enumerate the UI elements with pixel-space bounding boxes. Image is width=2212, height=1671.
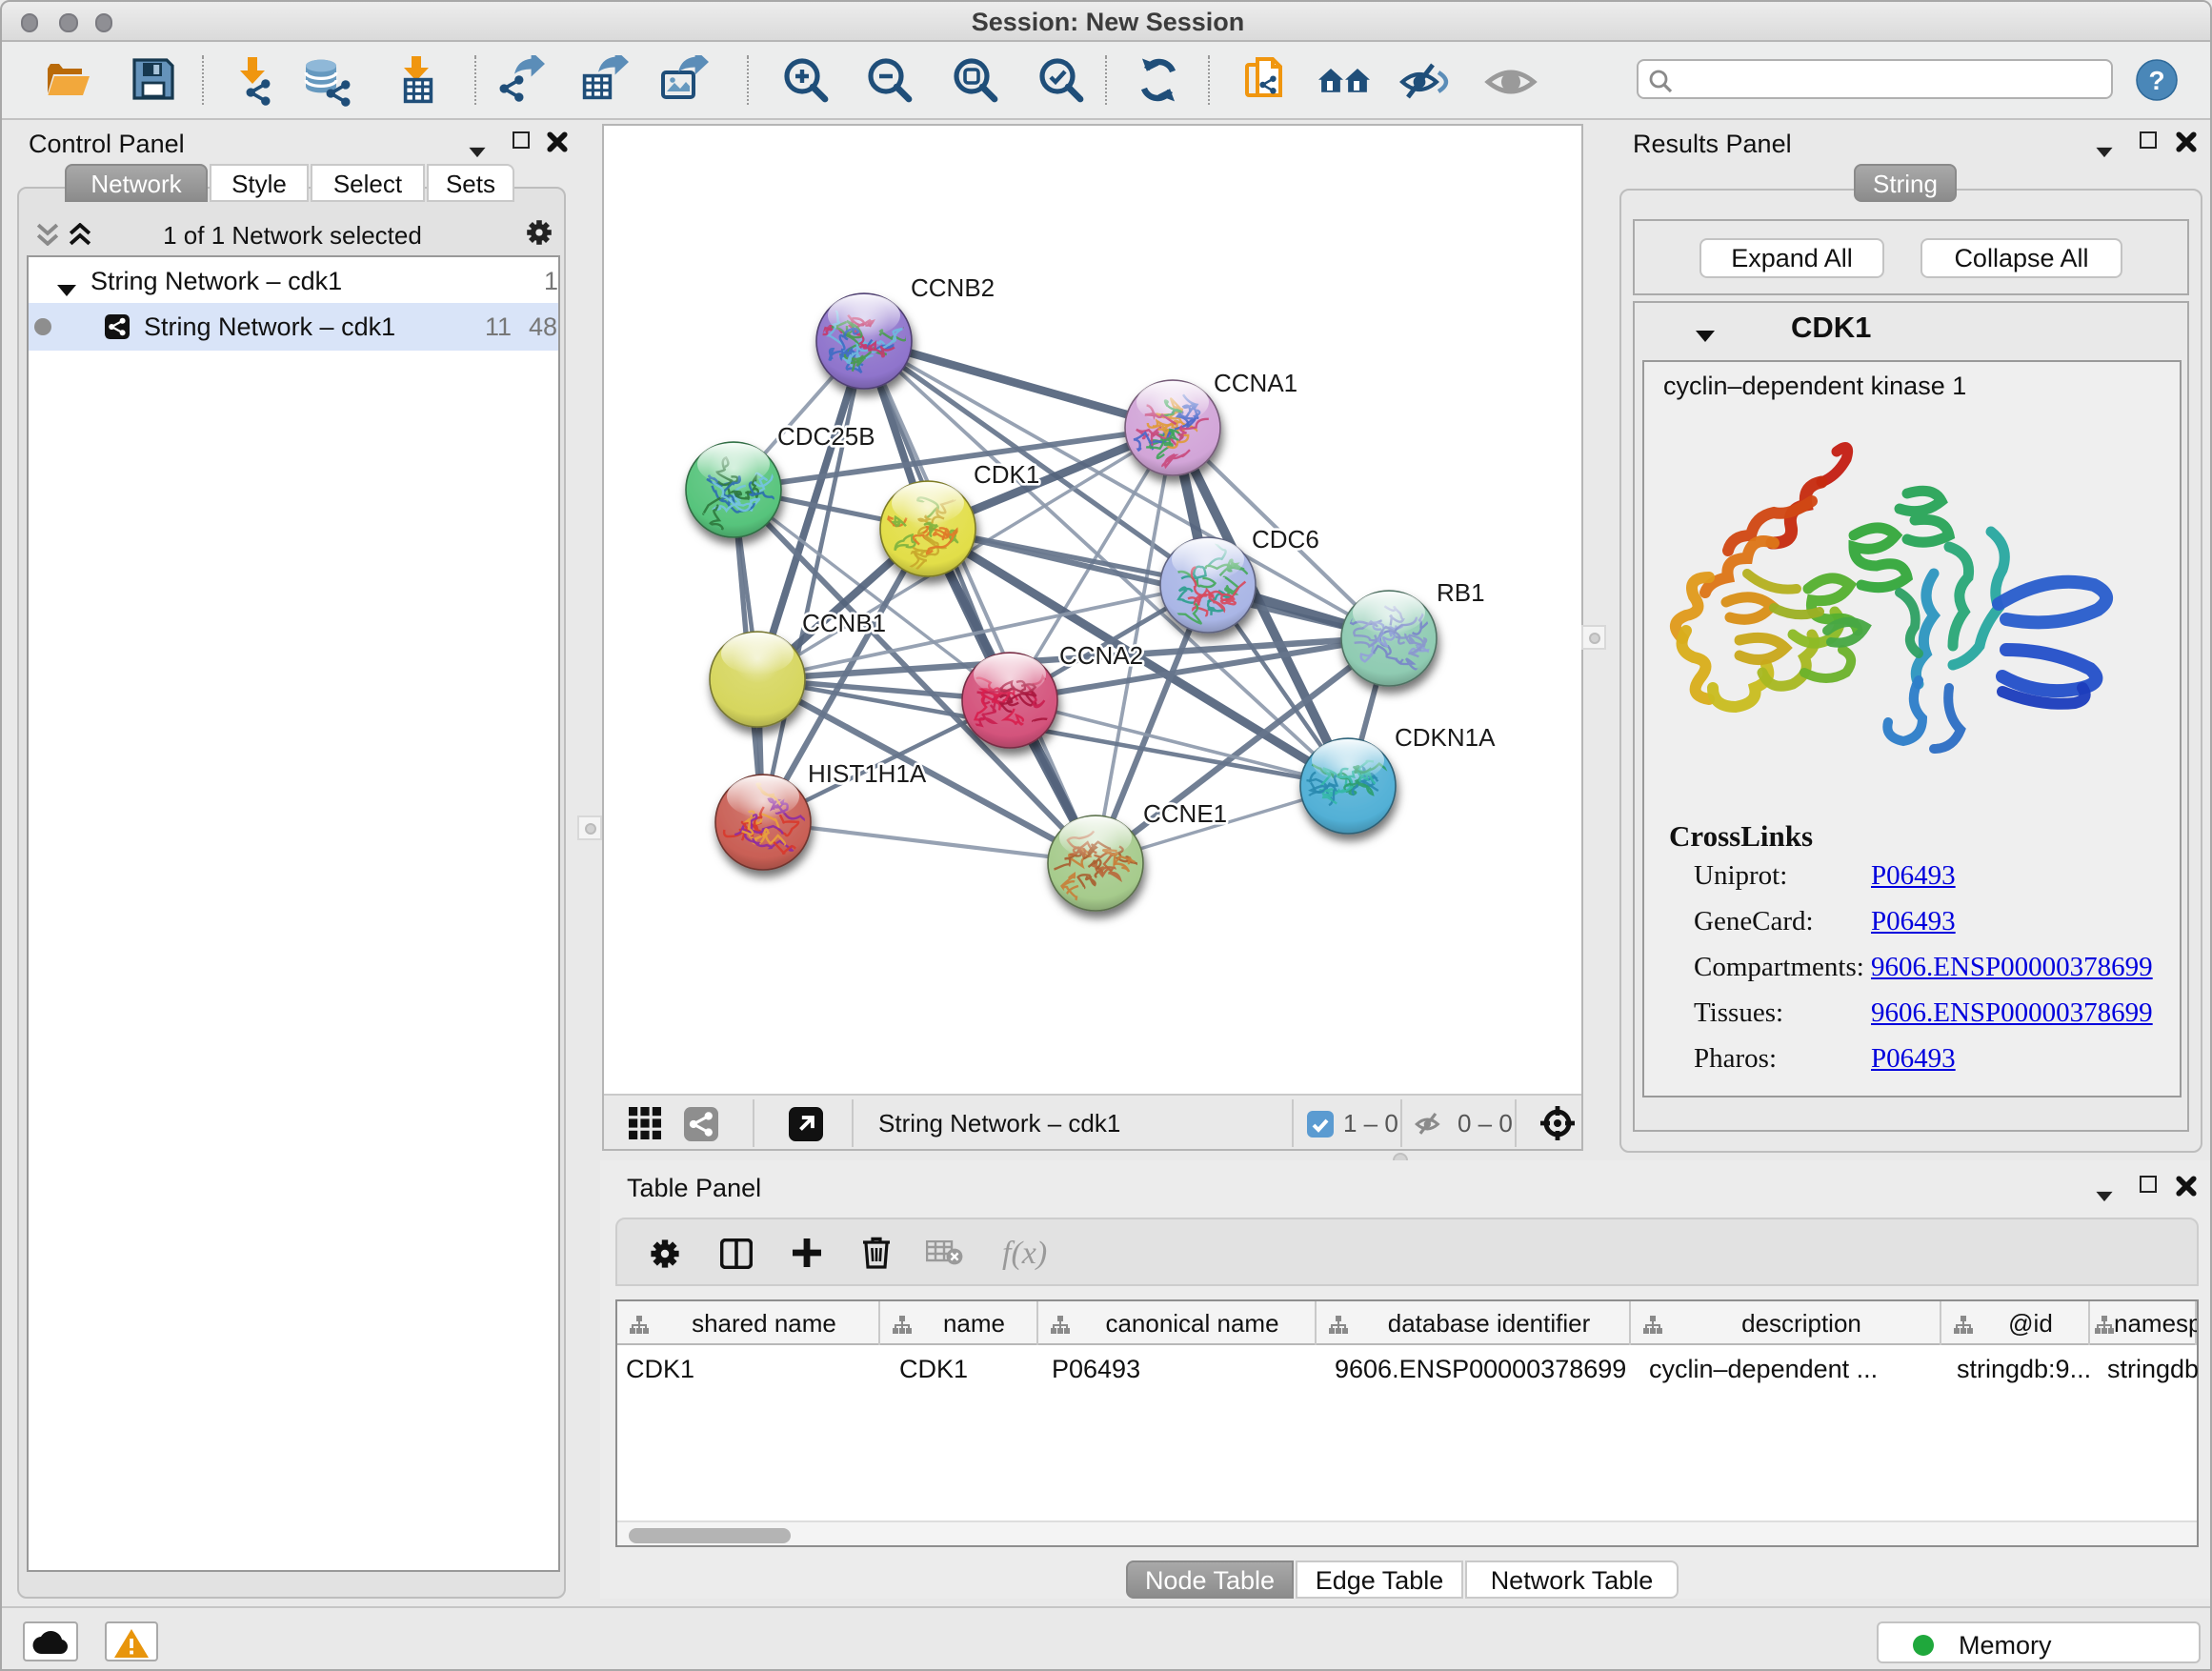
svg-text:RB1: RB1 <box>1437 577 1485 606</box>
svg-text:CDC6: CDC6 <box>1252 524 1319 553</box>
svg-text:CCNB1: CCNB1 <box>802 608 886 636</box>
svg-text:CCNE1: CCNE1 <box>1143 798 1227 827</box>
svg-text:CCNA1: CCNA1 <box>1214 368 1297 396</box>
svg-text:CDKN1A: CDKN1A <box>1395 722 1496 751</box>
svg-text:CDC25B: CDC25B <box>777 421 875 450</box>
svg-text:CCNA2: CCNA2 <box>1059 640 1143 669</box>
svg-text:CCNB2: CCNB2 <box>911 272 995 301</box>
svg-text:HIST1H1A: HIST1H1A <box>808 758 927 787</box>
svg-text:CDK1: CDK1 <box>974 459 1039 488</box>
svg-text:?: ? <box>2148 66 2164 95</box>
